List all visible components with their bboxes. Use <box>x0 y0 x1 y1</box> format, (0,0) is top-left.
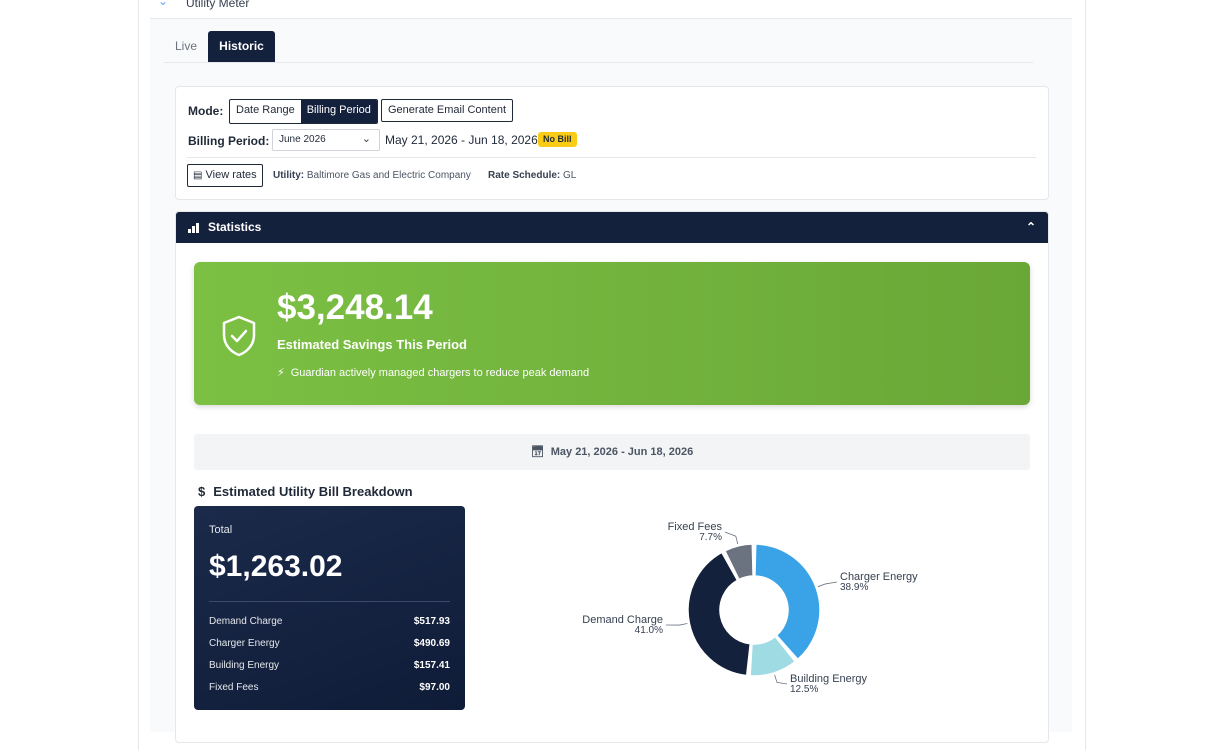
mode-toggle: Date Range Billing Period <box>229 99 378 124</box>
divider <box>187 157 1036 158</box>
total-value: $1,263.02 <box>209 550 343 583</box>
divider <box>209 601 450 602</box>
period-date-bar: 📅︎ May 21, 2026 - Jun 18, 2026 <box>194 434 1030 470</box>
statistics-title: Statistics <box>208 220 262 234</box>
breakdown-value: $97.00 <box>419 682 450 693</box>
breakdown-title-text: Estimated Utility Bill Breakdown <box>213 484 413 499</box>
mode-date-range[interactable]: Date Range <box>230 100 301 123</box>
tab-bar: Live Historic <box>164 31 1033 63</box>
calendar-icon: 📅︎ <box>530 446 545 458</box>
status-badge: No Bill <box>538 132 577 147</box>
breakdown-name: Charger Energy <box>209 638 280 649</box>
tab-live[interactable]: Live <box>164 31 208 62</box>
breakdown-value: $517.93 <box>413 616 450 627</box>
savings-label: Estimated Savings This Period <box>277 337 467 352</box>
billing-period-select[interactable]: June 2026 ⌄ <box>272 129 380 151</box>
table-icon: ▤ <box>193 170 203 181</box>
rate-schedule-info: Rate Schedule: GL <box>488 170 576 181</box>
billing-period-value: June 2026 <box>279 134 326 145</box>
chevron-down-icon: ⌄ <box>361 133 371 145</box>
mode-label: Mode: <box>188 104 224 118</box>
utility-label: Utility: <box>273 170 305 181</box>
chevron-up-icon[interactable]: ⌃ <box>1026 212 1036 243</box>
breakdown-name: Demand Charge <box>209 616 283 627</box>
period-date-text: May 21, 2026 - Jun 18, 2026 <box>550 446 694 458</box>
rate-schedule-value: GL <box>563 170 577 181</box>
breakdown-name: Fixed Fees <box>209 682 259 693</box>
savings-banner: $3,248.14 Estimated Savings This Period … <box>194 262 1030 405</box>
view-rates-button[interactable]: ▤ View rates <box>187 164 263 187</box>
breakdown-title: $ Estimated Utility Bill Breakdown <box>198 484 413 499</box>
breakdown-value: $490.69 <box>413 638 450 649</box>
statistics-card: Statistics ⌃ $3,248.14 Estimated Savings… <box>175 211 1049 743</box>
mode-billing-period[interactable]: Billing Period <box>300 100 377 123</box>
breakdown-name: Building Energy <box>209 660 280 671</box>
billing-period-label: Billing Period: <box>188 134 270 148</box>
savings-note-text: Guardian actively managed chargers to re… <box>290 367 590 379</box>
bar-chart-icon <box>188 223 199 233</box>
view-rates-label: View rates <box>205 169 257 181</box>
savings-note: ⚡︎ Guardian actively managed chargers to … <box>277 366 589 379</box>
billing-date-range: May 21, 2026 - Jun 18, 2026 <box>385 133 538 147</box>
generate-email-button[interactable]: Generate Email Content <box>381 99 514 122</box>
total-label: Total <box>209 524 233 536</box>
accordion-title: Utility Meter <box>186 0 250 10</box>
breakdown-value: $157.41 <box>413 660 450 671</box>
tab-historic[interactable]: Historic <box>208 31 275 62</box>
chevron-down-icon[interactable]: ⌄ <box>158 0 168 8</box>
total-card: Total $1,263.02 Demand Charge $517.93 Ch… <box>194 506 465 710</box>
shield-check-icon <box>222 315 256 357</box>
config-card: Mode: Date Range Billing Period Generate… <box>175 86 1049 200</box>
lightning-icon: ⚡︎ <box>277 367 285 379</box>
savings-amount: $3,248.14 <box>277 288 433 327</box>
rate-schedule-label: Rate Schedule: <box>488 170 561 181</box>
utility-info: Utility: Baltimore Gas and Electric Comp… <box>273 170 471 181</box>
statistics-header[interactable]: Statistics ⌃ <box>176 212 1048 243</box>
accordion-header[interactable]: ⌄ Utility Meter <box>150 0 1072 19</box>
dollar-icon: $ <box>198 484 206 499</box>
utility-value: Baltimore Gas and Electric Company <box>306 170 471 181</box>
